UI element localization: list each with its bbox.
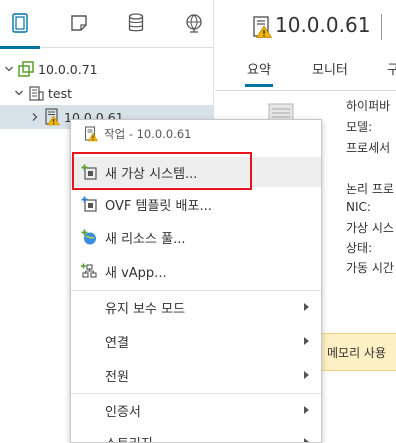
power-submenu[interactable]: 전원	[71, 360, 321, 390]
resource-pool-icon	[81, 229, 98, 246]
navigator-tabs	[0, 0, 214, 49]
summary-label-nics: NIC:	[346, 200, 371, 214]
summary-label-uptime: 가동 시간	[346, 261, 394, 275]
deploy-ovf-menu-item[interactable]: OVF 템플릿 배포...	[71, 189, 321, 219]
tabs-divider	[215, 90, 396, 91]
summary-label-model: 모델:	[346, 120, 373, 134]
host-warning-icon	[44, 108, 60, 126]
tab-monitor[interactable]: 모니터	[312, 59, 348, 78]
menu-divider	[71, 290, 321, 291]
summary-label-processor: 프로세서	[346, 141, 391, 155]
networking-icon[interactable]	[182, 11, 206, 35]
summary-label-hypervisor: 하이퍼바	[346, 99, 391, 113]
vms-and-templates-icon[interactable]	[67, 11, 91, 35]
chevron-down-icon[interactable]	[4, 64, 14, 74]
storage-icon[interactable]	[124, 11, 148, 35]
tree-node-label: test	[48, 85, 73, 101]
submenu-arrow-icon	[304, 438, 309, 442]
menu-item-label: 유지 보수 모드	[105, 302, 186, 317]
tree-node-vcenter[interactable]: 10.0.0.71	[0, 57, 214, 81]
menu-item-label: 새 리소스 풀...	[105, 232, 186, 247]
menu-header: 작업 - 10.0.0.61	[71, 120, 321, 148]
submenu-arrow-icon	[304, 303, 309, 311]
menu-header-label: 작업 - 10.0.0.61	[104, 127, 192, 141]
menu-item-label: 인증서	[105, 405, 141, 420]
storage-submenu[interactable]: 스토리지	[71, 427, 321, 442]
summary-label-vms: 가상 시스	[346, 221, 394, 235]
host-warning-icon	[252, 16, 273, 38]
menu-item-label: OVF 템플릿 배포...	[105, 199, 212, 214]
new-vm-icon	[81, 164, 98, 181]
datacenter-icon	[28, 85, 44, 101]
new-resource-pool-menu-item[interactable]: 새 리소스 풀...	[71, 222, 321, 252]
tab-summary[interactable]: 요약	[245, 59, 273, 87]
memory-usage-text: 메모리 사용	[327, 345, 387, 360]
vcenter-icon	[18, 61, 34, 77]
maintenance-mode-submenu[interactable]: 유지 보수 모드	[71, 292, 321, 322]
menu-item-label: 연결	[105, 336, 129, 351]
new-vapp-menu-item[interactable]: 새 vApp...	[71, 256, 321, 286]
new-vm-menu-item[interactable]: 새 가상 시스템...	[71, 157, 321, 187]
tree-node-label: 10.0.0.71	[38, 61, 98, 77]
chevron-right-icon[interactable]	[30, 112, 40, 122]
hosts-and-clusters-icon[interactable]	[0, 11, 40, 49]
deploy-ovf-icon	[81, 196, 98, 213]
submenu-arrow-icon	[304, 337, 309, 345]
summary-label-logical-processors: 논리 프로	[346, 182, 394, 196]
host-warning-icon	[84, 126, 98, 142]
memory-usage-banner: 메모리 사용	[321, 333, 396, 371]
menu-item-label: 스토리지	[105, 433, 153, 442]
menu-item-label: 새 vApp...	[105, 266, 167, 281]
tab-configure[interactable]: 구	[387, 59, 396, 78]
menu-item-label: 새 가상 시스템...	[105, 167, 198, 182]
submenu-arrow-icon	[304, 406, 309, 414]
chevron-down-icon[interactable]	[14, 88, 24, 98]
summary-label-state: 상태:	[346, 241, 373, 255]
vapp-icon	[81, 263, 98, 280]
certificates-submenu[interactable]: 인증서	[71, 395, 321, 425]
host-actions-context-menu: 작업 - 10.0.0.61 새 가상 시스템... OVF 템플릿 배포...…	[70, 119, 322, 443]
menu-item-label: 전원	[105, 370, 129, 385]
menu-divider	[71, 393, 321, 394]
page-title: 10.0.0.61	[275, 13, 371, 37]
connection-submenu[interactable]: 연결	[71, 326, 321, 356]
tree-node-datacenter[interactable]: test	[0, 81, 214, 105]
header-divider	[381, 14, 382, 40]
submenu-arrow-icon	[304, 371, 309, 379]
